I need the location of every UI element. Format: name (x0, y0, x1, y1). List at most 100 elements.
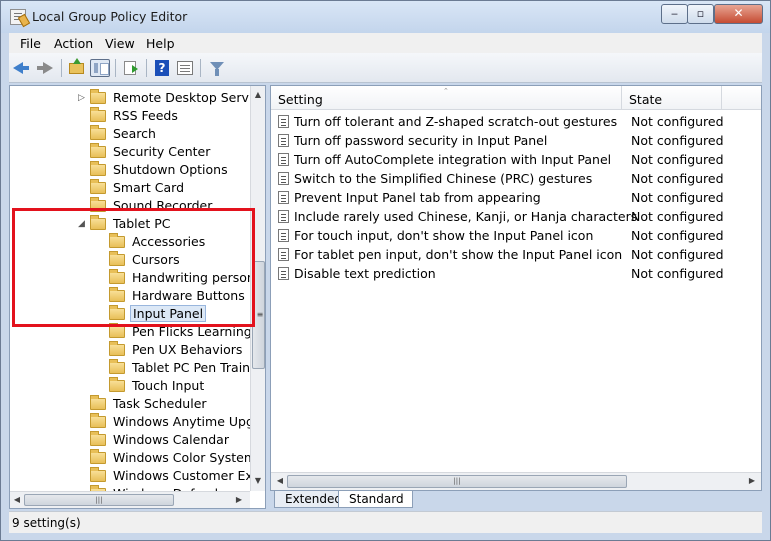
status-bar: 9 setting(s) (9, 511, 762, 533)
tree-item-label: Cursors (132, 252, 180, 267)
table-row[interactable]: Turn off password security in Input Pane… (271, 131, 761, 150)
status-setting-count: 9 setting(s) (12, 516, 81, 530)
folder-icon (109, 269, 125, 284)
setting-name: Prevent Input Panel tab from appearing (294, 190, 541, 205)
properties-button[interactable] (175, 59, 195, 77)
show-hide-console-tree-button[interactable] (90, 59, 110, 77)
tree-item-label: Windows Customer Experience Improvement … (113, 468, 250, 483)
column-header-state-label: State (629, 92, 663, 107)
tree-expander-icon[interactable] (97, 345, 105, 355)
tree-item-label: Shutdown Options (113, 162, 228, 177)
scroll-left-arrow[interactable]: ◀ (10, 495, 24, 504)
settings-list-pane: Setting ⌃ State Turn off tolerant and Z-… (270, 85, 762, 491)
folder-icon (90, 143, 106, 158)
tree-expander-icon[interactable] (78, 453, 86, 463)
folder-icon (90, 161, 106, 176)
tree-expander-icon[interactable] (78, 399, 86, 409)
table-row[interactable]: Prevent Input Panel tab from appearing No… (271, 188, 761, 207)
filter-button[interactable] (207, 59, 227, 77)
app-window: Local Group Policy Editor ‒ ▫ ✕ File Act… (0, 0, 771, 541)
tree-expander-icon[interactable] (97, 309, 105, 319)
setting-name: Include rarely used Chinese, Kanji, or H… (294, 209, 638, 224)
folder-icon (109, 287, 125, 302)
tree-expander-icon[interactable] (97, 255, 105, 265)
tree-expander-icon[interactable] (78, 183, 86, 193)
tree-horizontal-scrollbar[interactable]: ◀ ||| ▶ (10, 491, 250, 508)
title-bar[interactable]: Local Group Policy Editor ‒ ▫ ✕ (1, 1, 770, 33)
policy-setting-icon (278, 248, 289, 261)
tree-horizontal-scroll-thumb[interactable]: ||| (24, 494, 174, 506)
scroll-down-arrow[interactable]: ▼ (251, 476, 265, 485)
menu-help[interactable]: Help (146, 36, 175, 51)
back-button[interactable] (13, 59, 33, 77)
tree-expander-icon[interactable]: ▷ (78, 93, 86, 103)
tree-expander-icon[interactable] (78, 435, 86, 445)
setting-name: Turn off password security in Input Pane… (294, 133, 548, 148)
tree-expander-icon[interactable] (97, 363, 105, 373)
folder-icon (109, 323, 125, 338)
menu-action[interactable]: Action (54, 36, 93, 51)
tree-expander-icon[interactable] (78, 129, 86, 139)
setting-state: Not configured (631, 266, 724, 281)
maximize-button[interactable]: ▫ (687, 4, 714, 24)
folder-icon (109, 251, 125, 266)
folder-icon (90, 467, 106, 482)
forward-button[interactable] (37, 59, 57, 77)
table-row[interactable]: Switch to the Simplified Chinese (PRC) g… (271, 169, 761, 188)
table-row[interactable]: For tablet pen input, don't show the Inp… (271, 245, 761, 264)
list-horizontal-scrollbar[interactable]: ◀ ||| ▶ (271, 472, 761, 490)
tree-expander-icon[interactable] (78, 147, 86, 157)
column-header-setting-label: Setting (278, 92, 323, 107)
table-row[interactable]: Include rarely used Chinese, Kanji, or H… (271, 207, 761, 226)
list-horizontal-scroll-thumb[interactable]: ||| (287, 475, 627, 488)
table-row[interactable]: Disable text prediction Not configured (271, 264, 761, 283)
menu-file[interactable]: File (20, 36, 41, 51)
console-tree: ▷ Remote Desktop Services RSS Feeds Search S… (10, 86, 250, 491)
tree-item-label: Pen Flicks Learning (132, 324, 250, 339)
close-button[interactable]: ✕ (714, 4, 763, 24)
folder-icon (90, 413, 106, 428)
tree-vertical-scrollbar[interactable]: ▲ ≡ ▼ (250, 86, 265, 491)
folder-icon (109, 341, 125, 356)
scroll-up-arrow[interactable]: ▲ (251, 90, 265, 99)
tree-expander-icon[interactable] (97, 327, 105, 337)
tab-standard[interactable]: Standard (338, 491, 413, 508)
setting-name: Switch to the Simplified Chinese (PRC) g… (294, 171, 593, 186)
table-row[interactable]: For touch input, don't show the Input Pa… (271, 226, 761, 245)
up-one-level-button[interactable] (67, 58, 87, 77)
folder-icon (109, 359, 125, 374)
table-row[interactable]: Turn off tolerant and Z-shaped scratch-o… (271, 112, 761, 131)
setting-name: For tablet pen input, don't show the Inp… (294, 247, 623, 262)
policy-setting-icon (278, 191, 289, 204)
tree-expander-icon[interactable] (78, 471, 86, 481)
tree-expander-icon[interactable] (78, 201, 86, 211)
scroll-left-arrow[interactable]: ◀ (273, 476, 287, 485)
tree-expander-icon[interactable]: ◢ (78, 219, 86, 229)
policy-setting-icon (278, 210, 289, 223)
column-header-state[interactable]: State (622, 86, 722, 110)
policy-editor-icon (10, 9, 26, 25)
scroll-grip: ≡ (256, 310, 264, 319)
scroll-right-arrow[interactable]: ▶ (232, 495, 246, 504)
column-header-setting[interactable]: Setting ⌃ (271, 86, 622, 110)
tree-expander-icon[interactable] (78, 165, 86, 175)
tree-expander-icon[interactable] (97, 237, 105, 247)
tree-item-label: Windows Anytime Upgrade (113, 414, 250, 429)
tree-expander-icon[interactable] (78, 111, 86, 121)
tree-expander-icon[interactable] (97, 291, 105, 301)
export-list-button[interactable] (121, 59, 141, 77)
tree-expander-icon[interactable] (97, 273, 105, 283)
scroll-right-arrow[interactable]: ▶ (745, 476, 759, 485)
minimize-button[interactable]: ‒ (661, 4, 688, 24)
tree-vertical-scroll-thumb[interactable]: ≡ (252, 261, 265, 369)
setting-name: For touch input, don't show the Input Pa… (294, 228, 594, 243)
table-row[interactable]: Turn off AutoComplete integration with I… (271, 150, 761, 169)
help-button[interactable]: ? (152, 59, 172, 77)
policy-setting-icon (278, 134, 289, 147)
export-icon (124, 61, 138, 75)
menu-view[interactable]: View (105, 36, 135, 51)
console-tree-pane: ▷ Remote Desktop Services RSS Feeds Search S… (9, 85, 266, 509)
tree-expander-icon[interactable] (97, 381, 105, 391)
help-icon: ? (155, 60, 169, 76)
tree-expander-icon[interactable] (78, 417, 86, 427)
